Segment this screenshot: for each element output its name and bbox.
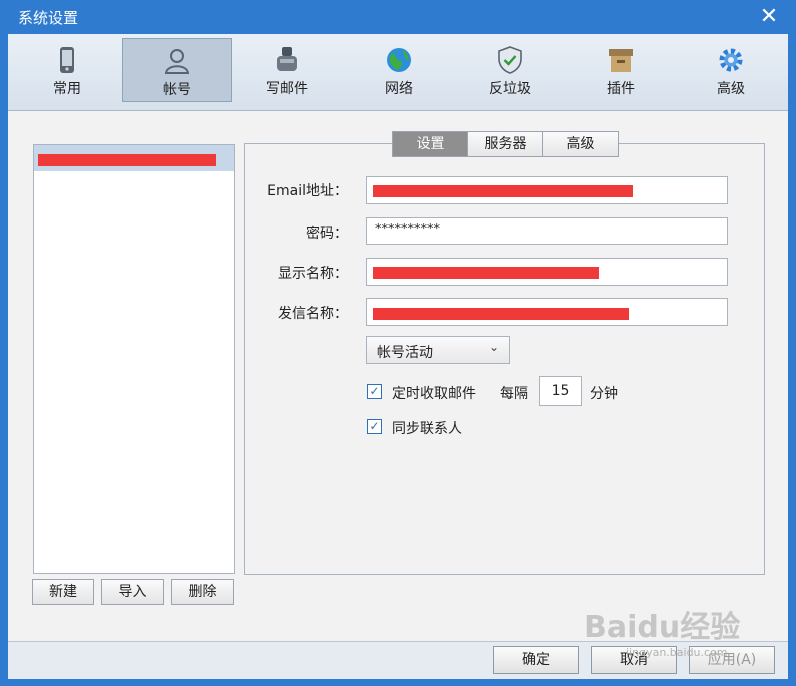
sender-name-label: 发信名称： [278, 306, 348, 322]
ok-button[interactable]: 确定 [493, 646, 579, 674]
tool-label: 反垃圾 [489, 81, 531, 97]
title-bar[interactable]: 系统设置 ✕ [0, 0, 796, 34]
timer-fetch-checkbox[interactable]: ✓ [367, 384, 382, 399]
tool-label: 插件 [607, 81, 635, 97]
dialog-client: 常用 帐号 写邮件 网络 反垃圾 插件 高级 新建 导入 删除 设置 服务器 高… [8, 34, 788, 679]
tool-label: 高级 [717, 81, 745, 97]
redaction-mark [373, 308, 629, 320]
chevron-down-icon: ⌄ [488, 340, 499, 354]
timer-fetch-label: 定时收取邮件 [392, 386, 476, 402]
redaction-mark [373, 267, 599, 279]
delete-account-button[interactable]: 删除 [171, 579, 234, 605]
sync-contacts-label: 同步联系人 [392, 421, 462, 437]
tool-antispam[interactable]: 反垃圾 [455, 38, 565, 102]
tool-label: 帐号 [163, 82, 191, 98]
tool-account[interactable]: 帐号 [122, 38, 232, 102]
tab-settings[interactable]: 设置 [392, 131, 469, 157]
tool-label: 常用 [53, 81, 81, 97]
password-field[interactable]: ********** [366, 217, 728, 245]
sync-contacts-checkbox[interactable]: ✓ [367, 419, 382, 434]
watermark-subtext: jingyan.baidu.com [626, 646, 728, 659]
globe-icon [387, 48, 411, 72]
display-name-label: 显示名称： [278, 266, 348, 282]
tool-network[interactable]: 网络 [344, 38, 454, 102]
account-list[interactable] [33, 144, 235, 574]
tab-server[interactable]: 服务器 [467, 131, 544, 157]
tool-label: 写邮件 [266, 81, 308, 97]
settings-dialog: 系统设置 ✕ 常用 帐号 写邮件 网络 反垃圾 插件 高级 新建 导入 删除 设… [0, 0, 796, 686]
account-list-item[interactable] [34, 145, 234, 171]
inkwell-icon [277, 47, 297, 71]
new-account-button[interactable]: 新建 [32, 579, 94, 605]
redaction-mark [373, 185, 633, 197]
interval-input[interactable]: 15 [539, 376, 582, 406]
account-status-dropdown[interactable]: 帐号活动 ⌄ [366, 336, 510, 364]
email-label: Email地址： [267, 183, 348, 199]
category-toolbar: 常用 帐号 写邮件 网络 反垃圾 插件 高级 [8, 34, 788, 111]
person-icon [164, 49, 190, 74]
tab-advanced[interactable]: 高级 [542, 131, 619, 157]
tool-general[interactable]: 常用 [12, 38, 122, 102]
baidu-watermark: Baidu经验 jingyan.baidu.com [584, 602, 784, 662]
password-label: 密码： [306, 226, 348, 242]
close-button[interactable]: ✕ [756, 4, 782, 30]
redaction-mark [38, 154, 216, 166]
email-field[interactable] [366, 176, 728, 204]
window-title: 系统设置 [18, 9, 79, 27]
shield-check-icon [498, 46, 522, 74]
import-account-button[interactable]: 导入 [101, 579, 164, 605]
minutes-label: 分钟 [590, 386, 618, 402]
every-label: 每隔 [500, 386, 528, 402]
watermark-text: Baidu经验 [584, 610, 741, 645]
box-icon [609, 49, 633, 72]
tool-label: 网络 [385, 81, 413, 97]
phone-icon [60, 47, 74, 73]
tool-compose[interactable]: 写邮件 [232, 38, 342, 102]
account-status-value: 帐号活动 [377, 345, 433, 361]
sender-name-field[interactable] [366, 298, 728, 326]
tool-advanced[interactable]: 高级 [676, 38, 786, 102]
gear-icon [719, 48, 743, 72]
display-name-field[interactable] [366, 258, 728, 286]
tool-plugins[interactable]: 插件 [566, 38, 676, 102]
